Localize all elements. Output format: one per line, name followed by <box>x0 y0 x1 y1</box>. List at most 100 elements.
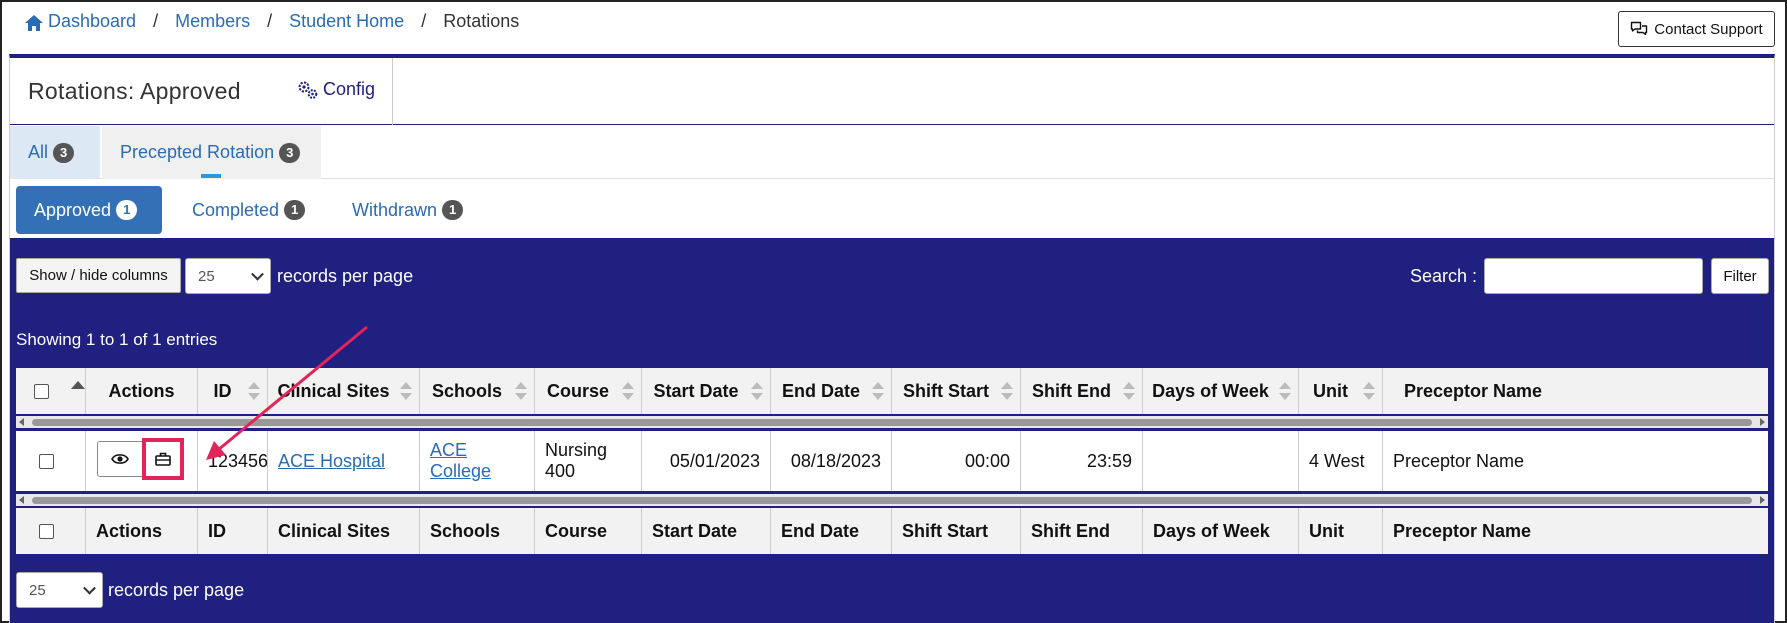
header-unit[interactable]: Unit <box>1299 368 1383 414</box>
horizontal-scrollbar[interactable] <box>16 494 1768 506</box>
sort-icon <box>515 382 527 400</box>
home-icon <box>25 14 43 31</box>
header-end-date[interactable]: End Date <box>771 368 892 414</box>
filter-button[interactable]: Filter <box>1711 258 1769 294</box>
tab-precepted-count: 3 <box>279 142 301 163</box>
records-per-page-select[interactable]: 25 <box>185 258 271 294</box>
cell-school: ACE College <box>420 431 535 491</box>
header-clinical-sites[interactable]: Clinical Sites <box>268 368 420 414</box>
contact-support-label: Contact Support <box>1654 20 1763 38</box>
header-shift-end[interactable]: Shift End <box>1021 368 1143 414</box>
breadcrumb: Dashboard / Members / Student Home / Rot… <box>24 11 519 32</box>
select-all-checkbox[interactable] <box>34 383 49 399</box>
footer-shift-end: Shift End <box>1021 508 1143 554</box>
footer-course: Course <box>535 508 642 554</box>
sort-icon <box>1363 382 1375 400</box>
header-shift-start[interactable]: Shift Start <box>892 368 1021 414</box>
header-course[interactable]: Course <box>535 368 642 414</box>
school-link[interactable]: ACE College <box>430 440 524 482</box>
breadcrumb-members[interactable]: Members <box>175 11 250 32</box>
records-per-page-value-bottom: 25 <box>29 581 46 599</box>
header-unit-label: Unit <box>1313 380 1348 401</box>
scrollbar-thumb[interactable] <box>32 419 1752 426</box>
showing-entries: Showing 1 to 1 of 1 entries <box>16 330 218 349</box>
config-label: Config <box>323 79 376 99</box>
header-select-all[interactable] <box>16 368 86 414</box>
footer-preceptor-name: Preceptor Name <box>1393 520 1532 541</box>
scrollbar-thumb[interactable] <box>32 497 1752 504</box>
header-days-of-week[interactable]: Days of Week <box>1143 368 1299 414</box>
sort-icon <box>751 382 763 400</box>
title-cell: Rotations: Approved Config <box>10 58 393 125</box>
row-checkbox[interactable] <box>39 453 54 469</box>
breadcrumb-student-home[interactable]: Student Home <box>289 11 404 32</box>
footer-select-checkbox[interactable] <box>39 523 54 539</box>
header-preceptor-name[interactable]: Preceptor Name <box>1383 368 1768 414</box>
row-actions-cell <box>86 431 198 491</box>
briefcase-icon <box>155 452 171 466</box>
records-per-page-label-bottom: records per page <box>108 580 245 600</box>
horizontal-scrollbar[interactable] <box>16 416 1768 428</box>
cell-id: 123456 <box>198 431 268 491</box>
view-button[interactable] <box>97 441 143 477</box>
scroll-right-icon[interactable] <box>1760 418 1765 426</box>
scroll-right-icon[interactable] <box>1760 496 1765 504</box>
breadcrumb-dashboard[interactable]: Dashboard <box>48 11 136 32</box>
pill-completed[interactable]: Completed 1 <box>174 186 323 234</box>
sort-icon <box>1279 382 1291 400</box>
show-hide-columns-button[interactable]: Show / hide columns <box>16 258 181 293</box>
cell-shift-start: 00:00 <box>892 431 1021 491</box>
header-start-date[interactable]: Start Date <box>642 368 771 414</box>
scroll-left-icon[interactable] <box>19 496 24 504</box>
header-schools-label: Schools <box>431 380 502 401</box>
search-label: Search : <box>1410 266 1478 286</box>
sort-icon <box>872 382 884 400</box>
cell-start-date: 05/01/2023 <box>642 431 771 491</box>
footer-unit: Unit <box>1299 508 1383 554</box>
header-end-date-label: End Date <box>781 380 860 401</box>
tab-precepted-rotation[interactable]: Precepted Rotation 3 <box>102 126 321 179</box>
records-per-page-value: 25 <box>198 267 215 285</box>
pill-withdrawn-label: Withdrawn <box>352 199 438 220</box>
tab-all[interactable]: All 3 <box>10 126 100 179</box>
sort-ascending-icon[interactable] <box>71 381 85 389</box>
tab-bar: All 3 Precepted Rotation 3 <box>10 126 1774 179</box>
footer-end-date: End Date <box>771 508 892 554</box>
pill-approved[interactable]: Approved 1 <box>16 186 162 234</box>
header-shift-end-label: Shift End <box>1032 380 1111 401</box>
search-input[interactable] <box>1484 258 1703 294</box>
scroll-left-icon[interactable] <box>19 418 24 426</box>
table-header: Actions ID Clinical Sites Schools Course… <box>16 368 1768 414</box>
pill-completed-count: 1 <box>284 200 306 220</box>
cell-course: Nursing 400 <box>535 431 642 491</box>
breadcrumb-current: Rotations <box>443 11 520 31</box>
table-footer: Actions ID Clinical Sites Schools Course… <box>16 508 1768 554</box>
footer-schools: Schools <box>420 508 535 554</box>
sort-icon <box>400 382 412 400</box>
header-schools[interactable]: Schools <box>420 368 535 414</box>
cell-shift-end: 23:59 <box>1021 431 1143 491</box>
breadcrumb-separator: / <box>421 11 427 31</box>
sort-icon <box>622 382 634 400</box>
records-per-page-label: records per page <box>277 266 414 286</box>
pill-approved-count: 1 <box>116 200 138 220</box>
footer-id: ID <box>198 508 268 554</box>
cell-clinical-site: ACE Hospital <box>268 431 420 491</box>
header-start-date-label: Start Date <box>653 380 739 401</box>
cell-days-of-week <box>1143 431 1299 491</box>
header-id[interactable]: ID <box>198 368 268 414</box>
records-per-page-select-bottom[interactable]: 25 <box>16 572 103 608</box>
header-preceptor-name-label: Preceptor Name <box>1404 380 1543 401</box>
cell-unit: 4 West <box>1299 431 1383 491</box>
contact-support-button[interactable]: Contact Support <box>1618 11 1775 47</box>
pill-approved-label: Approved <box>34 199 112 220</box>
pill-withdrawn[interactable]: Withdrawn 1 <box>334 186 481 234</box>
tab-all-count: 3 <box>53 142 75 163</box>
header-clinical-sites-label: Clinical Sites <box>277 380 390 401</box>
clinical-site-link[interactable]: ACE Hospital <box>278 451 385 472</box>
footer-clinical-sites: Clinical Sites <box>268 508 420 554</box>
header-days-of-week-label: Days of Week <box>1152 380 1269 401</box>
config-link[interactable]: Config <box>297 79 375 100</box>
briefcase-button[interactable] <box>142 438 184 480</box>
pill-withdrawn-count: 1 <box>442 200 464 220</box>
